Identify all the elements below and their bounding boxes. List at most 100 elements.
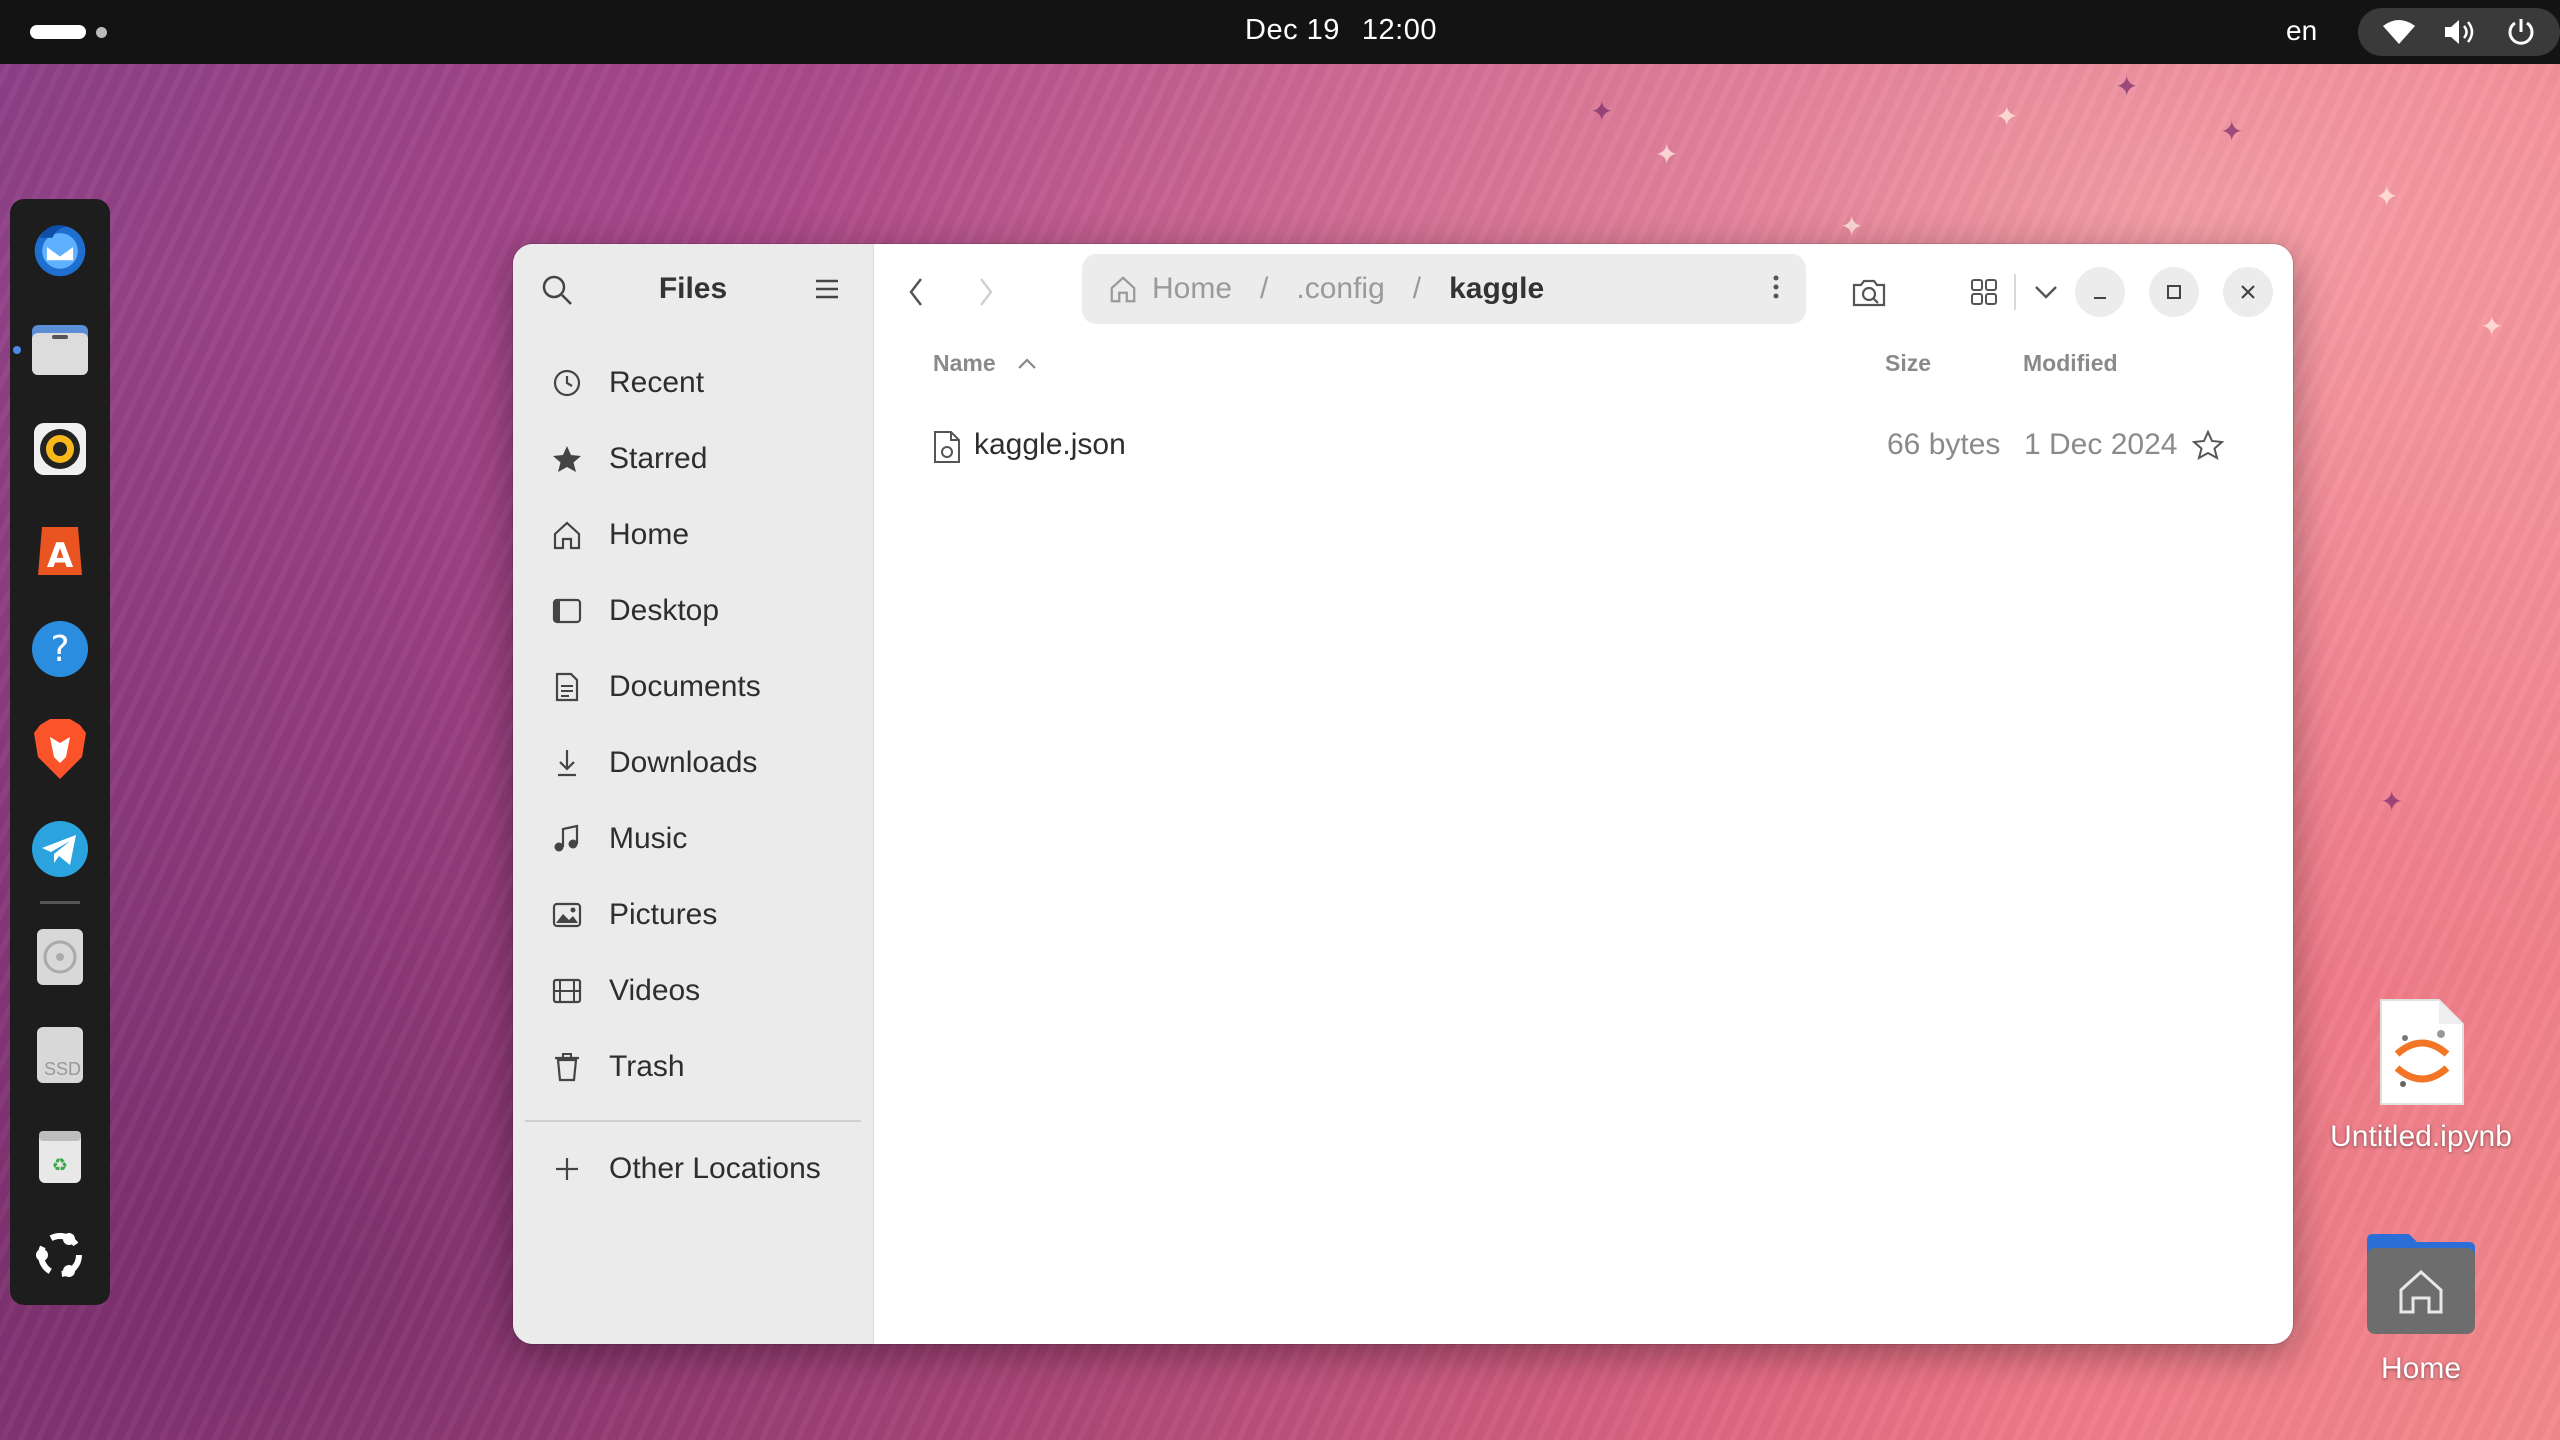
files-window: Files Recent Starred Home Desktop Docume… bbox=[513, 244, 2293, 1344]
more-options-icon[interactable] bbox=[1772, 272, 1780, 310]
help-icon: ? bbox=[32, 621, 88, 677]
sidebar-item-pictures[interactable]: Pictures bbox=[525, 884, 861, 946]
top-bar: Dec 19 12:00 en bbox=[0, 0, 2560, 64]
desktop-icon-label: Untitled.ipynb bbox=[2330, 1120, 2512, 1153]
sparkle: ✦ bbox=[2220, 116, 2244, 147]
forward-button[interactable] bbox=[964, 270, 1008, 314]
sidebar-divider bbox=[525, 1120, 861, 1122]
sidebar-item-trash[interactable]: Trash bbox=[525, 1036, 861, 1098]
sparkle: ✦ bbox=[1995, 101, 2019, 132]
sparkle: ✦ bbox=[1590, 96, 1614, 127]
home-icon bbox=[1108, 274, 1138, 304]
column-header-size[interactable]: Size bbox=[1885, 350, 1931, 377]
minimize-button[interactable] bbox=[2075, 267, 2125, 317]
sidebar-item-other-locations[interactable]: Other Locations bbox=[525, 1138, 861, 1200]
sidebar-item-label: Desktop bbox=[609, 594, 720, 627]
breadcrumb-kaggle[interactable]: kaggle bbox=[1449, 272, 1544, 306]
sparkle: ✦ bbox=[2380, 786, 2404, 817]
file-row[interactable]: kaggle.json 66 bytes 1 Dec 2024 bbox=[874, 414, 2293, 478]
trash-icon: ♻ bbox=[39, 1131, 81, 1183]
clock-date: Dec 19 bbox=[1245, 14, 1340, 46]
sidebar-item-music[interactable]: Music bbox=[525, 808, 861, 870]
files-icon bbox=[32, 325, 88, 375]
dock-brave[interactable] bbox=[30, 719, 90, 779]
search-files-button[interactable] bbox=[1842, 264, 1898, 320]
file-size: 66 bytes bbox=[1887, 428, 2001, 461]
json-file-icon bbox=[932, 430, 962, 469]
clock-time: 12:00 bbox=[1361, 14, 1437, 46]
dock-thunderbird[interactable] bbox=[30, 219, 90, 279]
ssd-label: SSD bbox=[44, 1059, 82, 1079]
clock[interactable]: Dec 19 12:00 bbox=[1245, 14, 1437, 47]
menu-icon[interactable] bbox=[813, 276, 841, 307]
keyboard-layout-indicator[interactable]: en bbox=[2286, 15, 2317, 47]
sidebar-item-label: Home bbox=[609, 518, 690, 551]
notebook-file-icon bbox=[2375, 996, 2467, 1108]
chevron-right-icon bbox=[980, 278, 993, 306]
column-header-modified[interactable]: Modified bbox=[2023, 350, 2118, 377]
sparkle: ✦ bbox=[1655, 139, 1679, 170]
dock-ssd[interactable]: SSD bbox=[30, 1025, 90, 1085]
dock-telegram[interactable] bbox=[30, 819, 90, 879]
sidebar-item-documents[interactable]: Documents bbox=[525, 656, 861, 718]
sidebar-item-downloads[interactable]: Downloads bbox=[525, 732, 861, 794]
sidebar: Files Recent Starred Home Desktop Docume… bbox=[513, 244, 874, 1344]
dock-files[interactable] bbox=[30, 319, 90, 379]
app-center-icon: A bbox=[38, 527, 82, 576]
toolbar-divider bbox=[2014, 274, 2016, 310]
rhythmbox-icon bbox=[34, 423, 86, 475]
sidebar-item-starred[interactable]: Starred bbox=[525, 428, 861, 490]
dock-rhythmbox[interactable] bbox=[30, 419, 90, 479]
sidebar-item-home[interactable]: Home bbox=[525, 504, 861, 566]
sparkle: ✦ bbox=[1840, 211, 1864, 242]
wifi-icon bbox=[2382, 18, 2416, 46]
activities-indicator[interactable] bbox=[30, 25, 107, 39]
svg-text:A: A bbox=[47, 536, 74, 576]
maximize-button[interactable] bbox=[2149, 267, 2199, 317]
file-modified: 1 Dec 2024 bbox=[2024, 428, 2178, 461]
brave-icon bbox=[34, 719, 86, 779]
star-icon[interactable] bbox=[2191, 429, 2225, 466]
desktop-icon-untitled-ipynb[interactable]: Untitled.ipynb bbox=[2318, 996, 2524, 1154]
clock-icon bbox=[549, 365, 585, 401]
sidebar-item-label: Videos bbox=[609, 974, 701, 1007]
column-header-name[interactable]: Name bbox=[933, 350, 1038, 377]
breadcrumb-config[interactable]: .config bbox=[1296, 272, 1384, 306]
dock: A ? SSD ♻ bbox=[10, 199, 110, 1305]
sidebar-item-label: Starred bbox=[609, 442, 708, 475]
picture-icon bbox=[549, 897, 585, 933]
disc-icon bbox=[37, 929, 83, 985]
sidebar-item-videos[interactable]: Videos bbox=[525, 960, 861, 1022]
sidebar-item-desktop[interactable]: Desktop bbox=[525, 580, 861, 642]
ubuntu-icon bbox=[36, 1233, 82, 1277]
sidebar-item-recent[interactable]: Recent bbox=[525, 352, 861, 414]
dock-optical-drive[interactable] bbox=[30, 927, 90, 987]
sidebar-item-label: Downloads bbox=[609, 746, 758, 779]
system-tray[interactable] bbox=[2358, 8, 2560, 56]
desktop-icon bbox=[549, 593, 585, 629]
dock-show-apps[interactable] bbox=[30, 1225, 90, 1285]
minimize-icon bbox=[2094, 297, 2106, 299]
back-button[interactable] bbox=[894, 270, 938, 314]
grid-view-button[interactable] bbox=[1956, 264, 2012, 320]
view-options-button[interactable] bbox=[2018, 264, 2074, 320]
dock-help[interactable]: ? bbox=[30, 619, 90, 679]
sidebar-item-label: Documents bbox=[609, 670, 761, 703]
dock-app-center[interactable]: A bbox=[30, 519, 90, 579]
dock-separator bbox=[40, 901, 80, 904]
path-bar[interactable]: Home / .config / kaggle bbox=[1082, 254, 1806, 324]
breadcrumb-separator: / bbox=[1260, 272, 1269, 305]
power-icon bbox=[2506, 17, 2536, 47]
workspace-dot bbox=[96, 26, 107, 38]
desktop-icon-home[interactable]: Home bbox=[2350, 1230, 2492, 1386]
sidebar-header: Files bbox=[513, 244, 873, 332]
dock-trash[interactable]: ♻ bbox=[30, 1125, 90, 1185]
svg-text:♻: ♻ bbox=[52, 1155, 68, 1176]
music-icon bbox=[549, 821, 585, 857]
desktop-icon-label: Home bbox=[2380, 1352, 2462, 1385]
close-button[interactable] bbox=[2223, 267, 2273, 317]
breadcrumb-home[interactable]: Home bbox=[1152, 272, 1232, 306]
plus-icon bbox=[549, 1151, 585, 1187]
workspace-active-pill bbox=[30, 25, 86, 39]
svg-text:?: ? bbox=[50, 629, 69, 670]
